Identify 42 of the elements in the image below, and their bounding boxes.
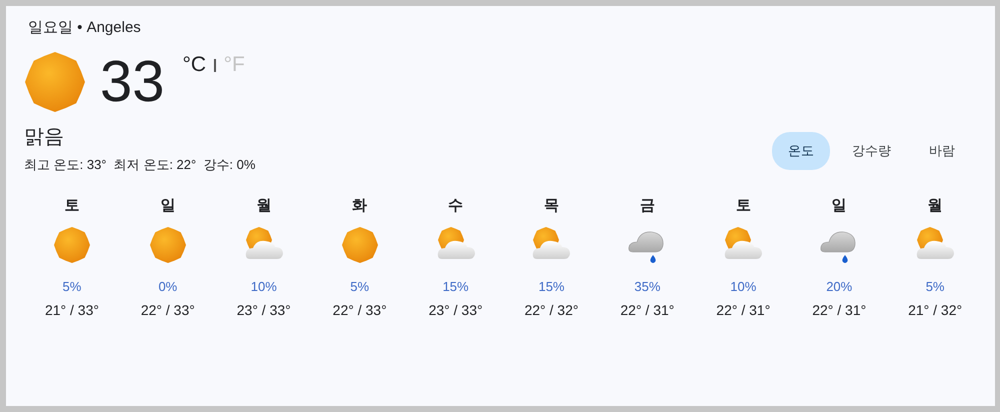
temperature-range: 22° / 33°	[332, 302, 387, 318]
precipitation-chance: 15%	[538, 279, 564, 294]
tab[interactable]: 온도	[772, 132, 830, 170]
condition-text: 맑음	[24, 125, 65, 150]
day-label: 수	[448, 196, 464, 215]
precipitation-chance: 5%	[62, 279, 82, 294]
day-label: 토	[736, 196, 751, 215]
precipitation-chance: 20%	[826, 279, 852, 294]
tab[interactable]: 강수량	[836, 132, 907, 170]
precipitation-chance: 10%	[250, 279, 277, 294]
temperature-range: 22° / 31°	[716, 302, 770, 318]
temperature-range: 22° / 31°	[812, 302, 866, 318]
sun-icon	[148, 225, 188, 265]
temperature-range: 21° / 32°	[908, 302, 962, 318]
sun-icon	[52, 225, 92, 265]
day-label: 금	[640, 196, 655, 215]
day-label: 일	[160, 196, 176, 215]
precipitation-chance: 15%	[442, 279, 469, 294]
sun-icon	[340, 225, 380, 265]
temperature-range: 22° / 33°	[140, 302, 195, 318]
precipitation-chance: 35%	[634, 279, 660, 294]
temperature-range: 21° / 33°	[44, 302, 99, 318]
precipitation-chance: 0%	[158, 279, 178, 294]
day-label: 목	[544, 196, 559, 215]
day-label: 월	[256, 196, 272, 215]
temperature-range: 22° / 31°	[620, 302, 674, 318]
tab[interactable]: 바람	[913, 132, 971, 170]
daily-stats: 최고 온도: 33° 최저 온도: 22° 강수: 0%	[24, 156, 256, 174]
current-temperature: 33	[100, 48, 165, 116]
temperature-range: 23° / 33°	[428, 302, 483, 318]
day-label: 토	[64, 196, 80, 215]
sun-icon	[24, 51, 86, 113]
temperature-range: 22° / 32°	[524, 302, 578, 318]
location-title: 일요일 • Angeles	[28, 18, 142, 37]
precipitation-chance: 10%	[730, 279, 756, 294]
unit-toggle[interactable]: °C	[182, 53, 206, 77]
day-label: 일	[832, 196, 847, 215]
precipitation-chance: 5%	[926, 279, 944, 294]
temperature-range: 23° / 33°	[236, 302, 291, 318]
day-label: 화	[352, 196, 368, 215]
day-label: 월	[928, 196, 943, 215]
precipitation-chance: 5%	[350, 279, 370, 294]
